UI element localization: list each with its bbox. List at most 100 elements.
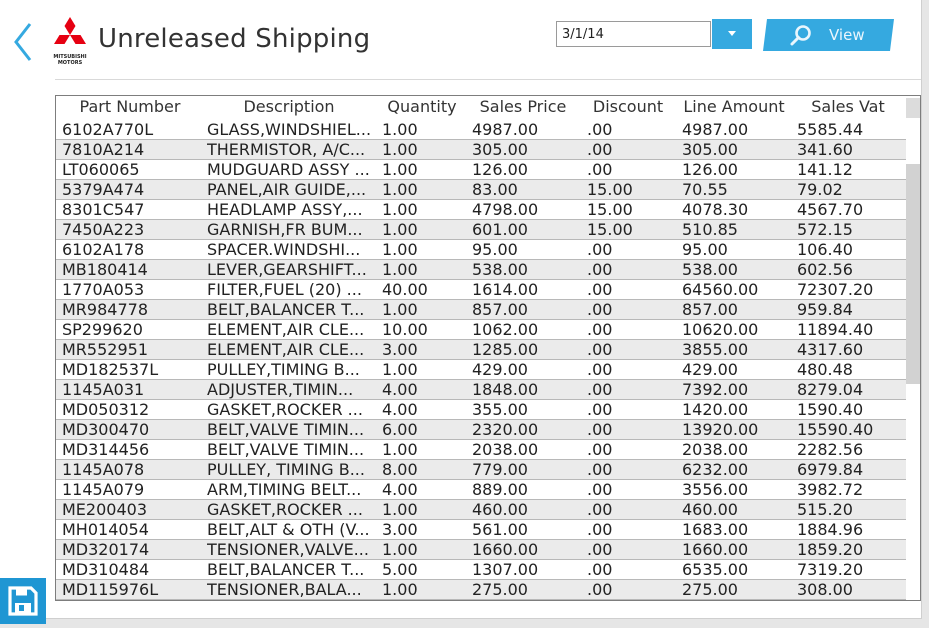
cell-part-number: 7450A223 [62, 220, 145, 239]
page-title: Unreleased Shipping [98, 24, 371, 54]
cell-sales-vat: 11894.40 [797, 320, 874, 339]
date-field[interactable] [556, 21, 711, 47]
cell-line-amount: 6535.00 [682, 560, 749, 579]
cell-sales-price: 1062.00 [472, 320, 539, 339]
cell-discount: .00 [587, 360, 613, 379]
cell-line-amount: 510.85 [682, 220, 738, 239]
column-header-line-amount[interactable]: Line Amount [682, 97, 786, 116]
cell-part-number: MD320174 [62, 540, 150, 559]
save-button[interactable] [0, 578, 46, 624]
cell-description: GLASS,WINDSHIEL... [207, 120, 372, 139]
table-row[interactable]: MD182537L PULLEY,TIMING B... 1.00 429.00 .00… [56, 360, 906, 380]
cell-sales-price: 83.00 [472, 180, 518, 199]
table-row[interactable]: 1770A053 FILTER,FUEL (20) ... 40.00 1614.00… [56, 280, 906, 300]
mitsubishi-logo: MITSUBISHI MOTORS [50, 16, 90, 68]
cell-discount: 15.00 [587, 180, 633, 199]
table-row[interactable]: MD314456 BELT,VALVE TIMIN... 1.00 2038.00 .0… [56, 440, 906, 460]
cell-sales-price: 1614.00 [472, 280, 539, 299]
column-header-quantity[interactable]: Quantity [386, 97, 458, 116]
cell-part-number: 7810A214 [62, 140, 145, 159]
cell-quantity: 1.00 [382, 180, 418, 199]
cell-part-number: MD314456 [62, 440, 150, 459]
table-row[interactable]: MB180414 LEVER,GEARSHIFT... 1.00 538.00 .00 5… [56, 260, 906, 280]
cell-description: BELT,VALVE TIMIN... [207, 420, 365, 439]
cell-quantity: 4.00 [382, 400, 418, 419]
cell-discount: .00 [587, 580, 613, 599]
cell-part-number: 5379A474 [62, 180, 145, 199]
cell-sales-vat: 515.20 [797, 500, 853, 519]
cell-part-number: MD115976L [62, 580, 159, 599]
cell-description: BELT,VALVE TIMIN... [207, 440, 365, 459]
date-dropdown-button[interactable] [712, 19, 752, 49]
column-header-description[interactable]: Description [236, 97, 342, 116]
cell-sales-vat: 4567.70 [797, 200, 864, 219]
column-header-sales-price[interactable]: Sales Price [478, 97, 568, 116]
table-row[interactable]: 1145A031 ADJUSTER,TIMIN... 4.00 1848.00 .00 7… [56, 380, 906, 400]
cell-sales-price: 460.00 [472, 500, 528, 519]
table-row[interactable]: MH014054 BELT,ALT & OTH (V... 3.00 561.00 .0… [56, 520, 906, 540]
table-row[interactable]: MR984778 BELT,BALANCER T... 1.00 857.00 .00 8… [56, 300, 906, 320]
table-row[interactable]: 1145A079 ARM,TIMING BELT... 4.00 889.00 .00 3… [56, 480, 906, 500]
cell-line-amount: 2038.00 [682, 440, 749, 459]
table-row[interactable]: SP299620 ELEMENT,AIR CLE... 10.00 1062.00 .0… [56, 320, 906, 340]
cell-discount: .00 [587, 500, 613, 519]
cell-description: THERMISTOR, A/C... [207, 140, 366, 159]
table-row[interactable]: 7810A214 THERMISTOR, A/C... 1.00 305.00 .00 3… [56, 140, 906, 160]
cell-part-number: 1145A078 [62, 460, 145, 479]
cell-description: BELT,ALT & OTH (V... [207, 520, 370, 539]
table-row[interactable]: MD320174 TENSIONER,VALVE... 1.00 1660.00 .00… [56, 540, 906, 560]
app-window: MITSUBISHI MOTORS Unreleased Shipping Vi… [0, 0, 922, 619]
cell-part-number: 1145A031 [62, 380, 145, 399]
cell-line-amount: 95.00 [682, 240, 728, 259]
cell-quantity: 4.00 [382, 380, 418, 399]
cell-description: PULLEY,TIMING B... [207, 360, 360, 379]
cell-quantity: 1.00 [382, 200, 418, 219]
table-row[interactable]: 5379A474 PANEL,AIR GUIDE,... 1.00 83.00 15.0… [56, 180, 906, 200]
cell-sales-vat: 5585.44 [797, 120, 864, 139]
cell-part-number: 1770A053 [62, 280, 145, 299]
cell-quantity: 1.00 [382, 440, 418, 459]
cell-sales-price: 1285.00 [472, 340, 539, 359]
table-row[interactable]: MD300470 BELT,VALVE TIMIN... 6.00 2320.00 .0… [56, 420, 906, 440]
view-button[interactable]: View [763, 19, 894, 51]
vertical-scrollbar[interactable] [906, 120, 920, 600]
table-row[interactable]: ME200403 GASKET,ROCKER ... 1.00 460.00 .00 46… [56, 500, 906, 520]
table-row[interactable]: MR552951 ELEMENT,AIR CLE... 3.00 1285.00 .00… [56, 340, 906, 360]
cell-discount: .00 [587, 460, 613, 479]
cell-description: FILTER,FUEL (20) ... [207, 280, 362, 299]
cell-sales-price: 305.00 [472, 140, 528, 159]
table-row[interactable]: MD310484 BELT,BALANCER T... 5.00 1307.00 .00… [56, 560, 906, 580]
shipping-grid: Part Number Description Quantity Sales P… [55, 95, 921, 601]
cell-discount: .00 [587, 120, 613, 139]
cell-sales-price: 429.00 [472, 360, 528, 379]
column-header-part-number[interactable]: Part Number [78, 97, 182, 116]
cell-sales-vat: 1590.40 [797, 400, 864, 419]
cell-quantity: 3.00 [382, 340, 418, 359]
cell-line-amount: 4078.30 [682, 200, 749, 219]
cell-part-number: MD050312 [62, 400, 150, 419]
column-header-sales-vat[interactable]: Sales Vat [808, 97, 888, 116]
cell-quantity: 1.00 [382, 260, 418, 279]
cell-sales-price: 1307.00 [472, 560, 539, 579]
table-row[interactable]: 6102A178 SPACER.WINDSHI... 1.00 95.00 .00 95.… [56, 240, 906, 260]
cell-sales-vat: 3982.72 [797, 480, 864, 499]
table-row[interactable]: MD050312 GASKET,ROCKER ... 4.00 355.00 .00 14… [56, 400, 906, 420]
table-row[interactable]: 8301C547 HEADLAMP ASSY,... 1.00 4798.00 15.0… [56, 200, 906, 220]
table-row[interactable]: LT060065 MUDGUARD ASSY ... 1.00 126.00 .00 12… [56, 160, 906, 180]
table-row[interactable]: 7450A223 GARNISH,FR BUM... 1.00 601.00 15.00… [56, 220, 906, 240]
cell-discount: .00 [587, 380, 613, 399]
chevron-left-icon[interactable] [8, 20, 42, 64]
cell-discount: .00 [587, 520, 613, 539]
cell-discount: .00 [587, 320, 613, 339]
cell-sales-price: 857.00 [472, 300, 528, 319]
scrollbar-thumb[interactable] [906, 164, 920, 384]
cell-description: ADJUSTER,TIMIN... [207, 380, 354, 399]
header-divider [55, 79, 921, 80]
table-row[interactable]: 1145A078 PULLEY, TIMING B... 8.00 779.00 .00… [56, 460, 906, 480]
cell-quantity: 1.00 [382, 240, 418, 259]
cell-part-number: MD310484 [62, 560, 150, 579]
table-row[interactable]: MD115976L TENSIONER,BALA... 1.00 275.00 .00 2… [56, 580, 906, 600]
table-row[interactable]: 6102A770L GLASS,WINDSHIEL... 1.00 4987.00 .0… [56, 120, 906, 140]
column-header-discount[interactable]: Discount [592, 97, 664, 116]
cell-description: GASKET,ROCKER ... [207, 500, 363, 519]
